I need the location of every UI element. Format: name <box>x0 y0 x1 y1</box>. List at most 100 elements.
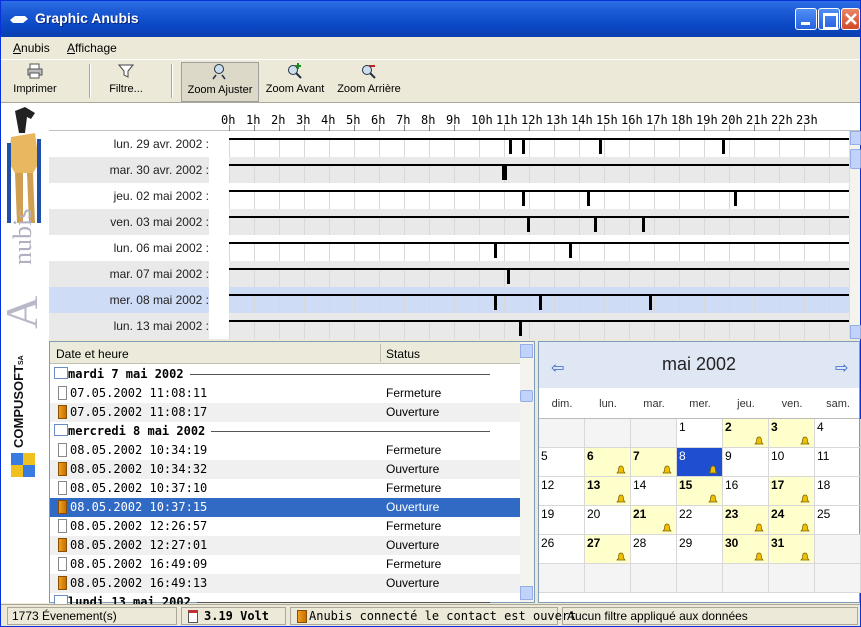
calendar-day[interactable]: 29 <box>677 535 723 564</box>
calendar-day[interactable]: 21 <box>631 506 677 535</box>
timeline-row[interactable]: lun. 29 avr. 2002 : <box>49 131 849 157</box>
event-row[interactable]: 08.05.2002 10:37:15 Ouverture <box>50 498 520 517</box>
calendar-day[interactable]: 17 <box>769 477 815 506</box>
timeline-scrollbar[interactable] <box>849 131 861 339</box>
event-mark[interactable] <box>594 218 597 232</box>
calendar-day[interactable]: 27 <box>585 535 631 564</box>
timeline-row[interactable]: mer. 08 mai 2002 : <box>49 287 849 313</box>
column-status[interactable]: Status <box>386 347 420 361</box>
column-date[interactable]: Date et heure <box>56 347 129 361</box>
calendar-day[interactable]: 19 <box>539 506 585 535</box>
scroll-thumb[interactable] <box>850 149 861 169</box>
calendar-day[interactable]: 28 <box>631 535 677 564</box>
calendar-day[interactable]: 13 <box>585 477 631 506</box>
event-datetime: 07.05.2002 11:08:11 <box>70 386 208 400</box>
event-mark[interactable] <box>641 218 645 232</box>
event-mark[interactable] <box>521 140 525 154</box>
timeline-row[interactable]: mar. 07 mai 2002 : <box>49 261 849 287</box>
scroll-thumb[interactable] <box>520 390 533 402</box>
calendar-day[interactable]: 3 <box>769 419 815 448</box>
calendar-day[interactable]: 16 <box>723 477 769 506</box>
calendar-day[interactable]: 5 <box>539 448 585 477</box>
menu-anubis[interactable]: Anubis <box>13 41 50 55</box>
calendar-day[interactable]: 8 <box>677 448 723 477</box>
calendar-day[interactable]: 11 <box>815 448 861 477</box>
scroll-down-button[interactable] <box>520 586 533 600</box>
calendar-day[interactable]: 7 <box>631 448 677 477</box>
calendar-day[interactable]: 10 <box>769 448 815 477</box>
timeline-row[interactable]: ven. 03 mai 2002 : <box>49 209 849 235</box>
event-row[interactable]: 08.05.2002 12:27:01 Ouverture <box>50 536 520 555</box>
calendar-day[interactable]: 24 <box>769 506 815 535</box>
calendar-day[interactable]: 31 <box>769 535 815 564</box>
hour-label: 23h <box>796 113 818 127</box>
calendar-day[interactable]: 18 <box>815 477 861 506</box>
event-mark[interactable] <box>586 192 590 206</box>
timeline-row[interactable]: lun. 06 mai 2002 : <box>49 235 849 261</box>
hour-gridline <box>454 296 455 313</box>
event-row[interactable]: 08.05.2002 10:37:10 Fermeture <box>50 479 520 498</box>
zoom-in-button[interactable]: Zoom Avant <box>259 62 331 102</box>
zoom-fit-button[interactable]: Zoom Ajuster <box>181 62 259 102</box>
event-mark[interactable] <box>504 166 507 180</box>
calendar-day[interactable]: 22 <box>677 506 723 535</box>
calendar-day[interactable]: 15 <box>677 477 723 506</box>
calendar-day[interactable]: 14 <box>631 477 677 506</box>
timeline-row[interactable]: mar. 30 avr. 2002 : <box>49 157 849 183</box>
minimize-button[interactable] <box>795 8 817 30</box>
event-row[interactable]: 07.05.2002 11:08:11 Fermeture <box>50 384 520 403</box>
event-mark[interactable] <box>526 218 530 232</box>
event-row[interactable]: 08.05.2002 10:34:19 Fermeture <box>50 441 520 460</box>
calendar-day[interactable]: 30 <box>723 535 769 564</box>
calendar-day[interactable]: 4 <box>815 419 861 448</box>
calendar-day[interactable]: 9 <box>723 448 769 477</box>
calendar-day[interactable]: 6 <box>585 448 631 477</box>
hour-gridline <box>779 192 780 209</box>
event-mark[interactable] <box>509 140 512 154</box>
event-mark[interactable] <box>649 296 652 310</box>
event-row[interactable]: 08.05.2002 16:49:09 Fermeture <box>50 555 520 574</box>
event-list-scrollbar[interactable] <box>520 342 534 602</box>
event-row[interactable]: 08.05.2002 12:26:57 Fermeture <box>50 517 520 536</box>
calendar-day[interactable]: 23 <box>723 506 769 535</box>
hour-gridline <box>454 166 455 183</box>
calendar-day[interactable]: 20 <box>585 506 631 535</box>
event-mark[interactable] <box>519 322 522 336</box>
scroll-down-button[interactable] <box>850 325 861 339</box>
event-row[interactable]: 08.05.2002 10:34:32 Ouverture <box>50 460 520 479</box>
calendar-day[interactable]: 1 <box>677 419 723 448</box>
event-mark[interactable] <box>539 296 542 310</box>
event-mark[interactable] <box>506 270 510 284</box>
scroll-up-button[interactable] <box>850 131 861 145</box>
timeline-row[interactable]: jeu. 02 mai 2002 : <box>49 183 849 209</box>
event-day-group[interactable]: mardi 7 mai 2002 <box>50 365 520 384</box>
event-mark[interactable] <box>721 140 725 154</box>
event-day-group[interactable]: mercredi 8 mai 2002 <box>50 422 520 441</box>
hour-gridline <box>629 296 630 313</box>
column-divider[interactable] <box>380 344 381 362</box>
filter-button[interactable]: Filtre... <box>101 62 151 102</box>
event-mark[interactable] <box>599 140 602 154</box>
zoom-out-button[interactable]: Zoom Arrière <box>333 62 405 102</box>
calendar-day[interactable]: 25 <box>815 506 861 535</box>
calendar-day[interactable]: 12 <box>539 477 585 506</box>
event-mark[interactable] <box>734 192 737 206</box>
calendar-day[interactable]: 26 <box>539 535 585 564</box>
group-rule <box>190 374 490 375</box>
calendar-day[interactable]: 2 <box>723 419 769 448</box>
next-month-arrow-icon[interactable]: ⇨ <box>835 358 848 377</box>
title-bar[interactable]: Graphic Anubis <box>1 1 860 37</box>
hour-gridline <box>254 166 255 183</box>
close-button[interactable] <box>841 8 860 30</box>
event-mark[interactable] <box>521 192 525 206</box>
event-mark[interactable] <box>569 244 572 258</box>
timeline-row[interactable]: lun. 13 mai 2002 : <box>49 313 849 339</box>
event-row[interactable]: 07.05.2002 11:08:17 Ouverture <box>50 403 520 422</box>
maximize-button[interactable] <box>818 8 840 30</box>
print-button[interactable]: Imprimer <box>9 62 61 102</box>
menu-affichage[interactable]: Affichage <box>67 41 117 55</box>
event-mark[interactable] <box>494 296 497 310</box>
event-row[interactable]: 08.05.2002 16:49:13 Ouverture <box>50 574 520 593</box>
scroll-up-button[interactable] <box>520 344 533 358</box>
event-mark[interactable] <box>494 244 497 258</box>
